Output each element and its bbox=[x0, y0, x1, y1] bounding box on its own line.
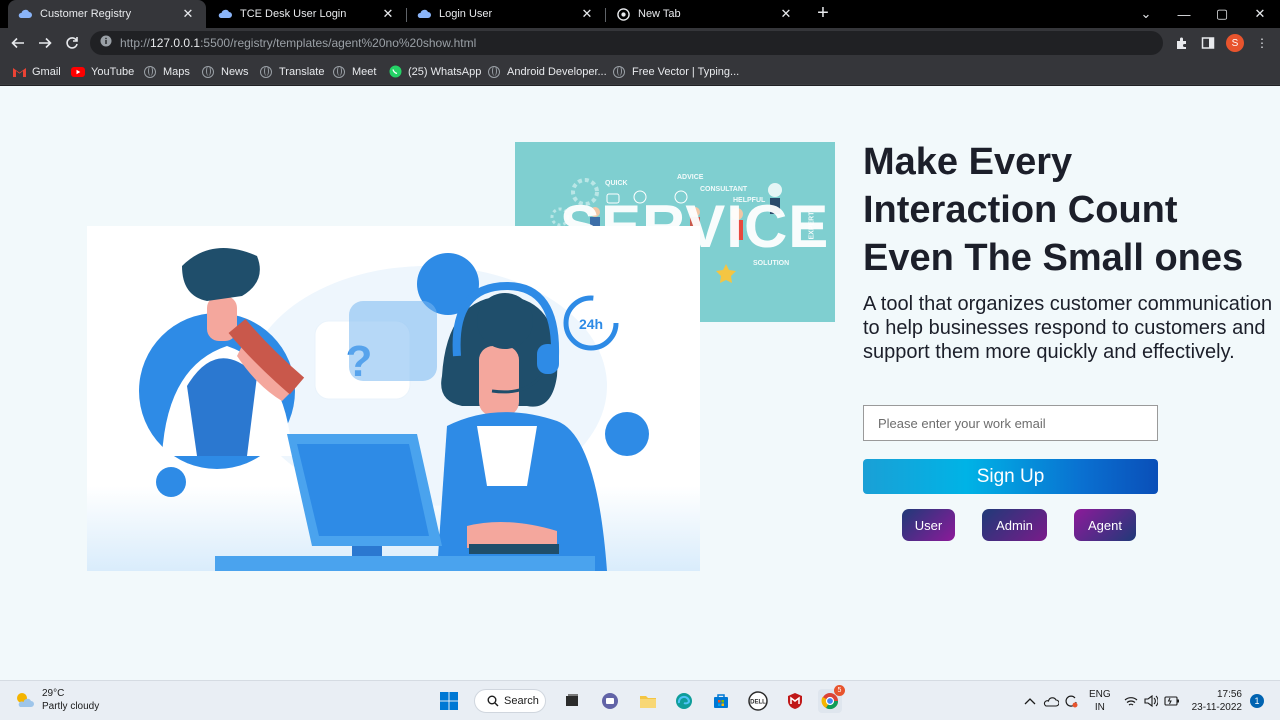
24h-badge: 24h bbox=[579, 316, 603, 332]
agent-button[interactable]: Agent bbox=[1074, 509, 1136, 541]
menu-icon[interactable]: ⋮ bbox=[1252, 33, 1272, 53]
page-headline: Make Every Interaction Count Even The Sm… bbox=[863, 141, 1244, 279]
volume-icon[interactable] bbox=[1144, 681, 1158, 720]
cloud-icon bbox=[218, 7, 232, 21]
weather-widget[interactable]: 29°C Partly cloudy bbox=[14, 687, 99, 713]
customer-support-illustration: ? 24h bbox=[87, 226, 700, 571]
gmail-icon bbox=[12, 65, 26, 79]
cloud-icon bbox=[18, 7, 32, 21]
reload-icon[interactable] bbox=[62, 33, 82, 53]
bookmark-youtube[interactable]: YouTube bbox=[71, 63, 134, 80]
close-tab-icon[interactable]: ✕ bbox=[380, 6, 396, 22]
tab-title: Customer Registry bbox=[40, 8, 132, 20]
extensions-icon[interactable] bbox=[1172, 33, 1192, 53]
service-word: SOLUTION bbox=[753, 260, 790, 267]
close-tab-icon[interactable]: ✕ bbox=[778, 6, 794, 22]
close-tab-icon[interactable]: ✕ bbox=[579, 6, 595, 22]
bookmark-news[interactable]: News bbox=[201, 63, 249, 80]
edge-browser-icon[interactable] bbox=[672, 689, 696, 713]
close-tab-icon[interactable]: ✕ bbox=[180, 6, 196, 22]
address-bar[interactable]: http://127.0.0.1:5500/registry/templates… bbox=[90, 31, 1163, 55]
tab-strip: Customer Registry ✕ TCE Desk User Login … bbox=[0, 0, 1280, 28]
cloud-icon bbox=[417, 7, 431, 21]
bookmark-translate[interactable]: Translate bbox=[259, 63, 324, 80]
chrome-taskbar-icon[interactable]: 5 bbox=[818, 685, 845, 713]
bookmarks-bar: Gmail YouTube Maps News Translate Meet (… bbox=[0, 58, 1280, 85]
address-url: http://127.0.0.1:5500/registry/templates… bbox=[120, 36, 477, 50]
weather-description: Partly cloudy bbox=[42, 701, 100, 712]
globe-icon bbox=[143, 65, 157, 79]
service-word: EXPERT bbox=[808, 211, 816, 240]
youtube-icon bbox=[71, 65, 85, 79]
tab-tce-desk-login[interactable]: TCE Desk User Login ✕ bbox=[208, 0, 406, 28]
user-button[interactable]: User bbox=[902, 509, 955, 541]
service-word: HELPFUL bbox=[733, 197, 766, 204]
chrome-icon bbox=[616, 7, 630, 21]
teams-chat-icon[interactable] bbox=[598, 689, 622, 713]
minimize-icon[interactable]: — bbox=[1166, 0, 1202, 28]
mcafee-icon[interactable] bbox=[783, 689, 807, 713]
wifi-icon[interactable] bbox=[1124, 681, 1138, 720]
browser-toolbar: http://127.0.0.1:5500/registry/templates… bbox=[0, 28, 1280, 58]
admin-button[interactable]: Admin bbox=[982, 509, 1047, 541]
tab-title: TCE Desk User Login bbox=[240, 8, 347, 20]
microsoft-store-icon[interactable] bbox=[709, 689, 733, 713]
profile-avatar[interactable]: S bbox=[1226, 34, 1244, 52]
tab-login-user[interactable]: Login User ✕ bbox=[407, 0, 605, 28]
globe-icon bbox=[259, 65, 273, 79]
window-close-icon[interactable]: ✕ bbox=[1242, 0, 1278, 28]
bookmark-free-vector[interactable]: Free Vector | Typing... bbox=[612, 63, 739, 80]
support-scene: ? 24h bbox=[87, 248, 700, 571]
globe-icon bbox=[612, 65, 626, 79]
taskbar-search[interactable]: Search bbox=[474, 689, 546, 713]
whatsapp-icon bbox=[388, 65, 402, 79]
forward-icon[interactable] bbox=[35, 33, 55, 53]
task-view-icon[interactable] bbox=[560, 689, 584, 713]
bookmark-maps[interactable]: Maps bbox=[143, 63, 190, 80]
sign-up-button[interactable]: Sign Up bbox=[863, 459, 1158, 494]
globe-icon bbox=[332, 65, 346, 79]
windows-start-icon[interactable] bbox=[437, 689, 461, 713]
partly-cloudy-icon bbox=[17, 693, 34, 707]
new-tab-button[interactable]: + bbox=[812, 3, 834, 25]
system-clock[interactable]: 17:56 23-11-2022 bbox=[1190, 688, 1242, 714]
tab-title: Login User bbox=[439, 8, 493, 20]
service-word: CONSULTANT bbox=[700, 186, 748, 193]
globe-icon bbox=[201, 65, 215, 79]
tab-title: New Tab bbox=[638, 8, 681, 20]
side-panel-icon[interactable] bbox=[1198, 33, 1218, 53]
tab-customer-registry[interactable]: Customer Registry ✕ bbox=[8, 0, 206, 28]
service-word: QUICK bbox=[605, 180, 628, 187]
back-icon[interactable] bbox=[8, 33, 28, 53]
chrome-badge: 5 bbox=[834, 685, 845, 696]
bookmark-gmail[interactable]: Gmail bbox=[12, 63, 61, 80]
bookmark-android-developer[interactable]: Android Developer... bbox=[487, 63, 607, 80]
tab-new-tab[interactable]: New Tab ✕ bbox=[606, 0, 804, 28]
site-info-icon[interactable] bbox=[100, 34, 112, 52]
svg-text:DELL: DELL bbox=[750, 700, 766, 706]
service-word: ADVICE bbox=[677, 174, 704, 181]
maximize-icon[interactable]: ▢ bbox=[1204, 0, 1240, 28]
globe-icon bbox=[487, 65, 501, 79]
dell-icon[interactable]: DELL bbox=[746, 689, 770, 713]
file-explorer-icon[interactable] bbox=[636, 689, 660, 713]
windows-taskbar: 29°C Partly cloudy Search DELL 5 ENG IN … bbox=[0, 680, 1280, 720]
page-subheadline: A tool that organizes customer communica… bbox=[863, 293, 1273, 363]
sync-icon[interactable] bbox=[1064, 681, 1078, 720]
page-content: SERVICE QUICK ADVICE CONSULTANT HELPFUL … bbox=[0, 86, 1280, 680]
notification-count[interactable]: 1 bbox=[1250, 694, 1264, 708]
battery-icon[interactable] bbox=[1164, 681, 1180, 720]
bookmark-whatsapp[interactable]: (25) WhatsApp bbox=[388, 63, 481, 80]
input-language[interactable]: ENG IN bbox=[1089, 681, 1111, 720]
weather-temperature: 29°C bbox=[42, 688, 65, 699]
work-email-input[interactable] bbox=[863, 405, 1158, 441]
show-hidden-icons[interactable] bbox=[1024, 681, 1036, 720]
tab-search-icon[interactable]: ⌄ bbox=[1128, 0, 1164, 28]
bookmark-meet[interactable]: Meet bbox=[332, 63, 376, 80]
onedrive-icon[interactable] bbox=[1043, 681, 1059, 720]
search-icon bbox=[487, 695, 499, 707]
